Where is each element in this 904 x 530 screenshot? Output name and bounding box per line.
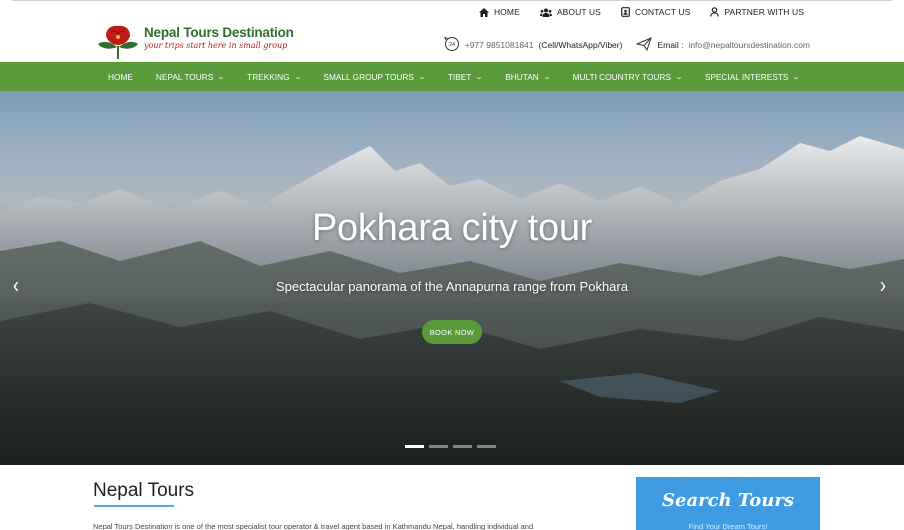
chevron-down-icon: ⌄: [792, 73, 801, 81]
main-nav: HOME NEPAL TOURS ⌄ TREKKING ⌄ SMALL GROUP …: [0, 62, 904, 91]
chevron-down-icon: ⌄: [542, 73, 551, 81]
slide-indicator[interactable]: [453, 445, 472, 448]
top-link-home[interactable]: HOME: [478, 7, 520, 17]
email-contact[interactable]: Email : info@nepaltoursdestination.com: [635, 37, 810, 53]
chevron-down-icon: ⌄: [293, 73, 302, 81]
hero-slider: Pokhara city tour Spectacular panorama o…: [0, 91, 904, 465]
mountain-background-image: [0, 91, 904, 465]
hero-subtitle: Spectacular panorama of the Annapurna ra…: [276, 279, 628, 294]
top-link-partner[interactable]: PARTNER WITH US: [710, 7, 804, 17]
phone-contact[interactable]: 24 +977 9851081841 (Cell/WhatsApp/Viber): [443, 36, 623, 54]
next-slide-icon[interactable]: ›: [880, 272, 886, 299]
top-link-label: ABOUT US: [556, 7, 601, 17]
nav-item-trekking[interactable]: TREKKING ⌄: [247, 72, 302, 82]
rhododendron-logo-icon: [96, 22, 140, 60]
email-label: Email :: [657, 40, 684, 50]
logo-title: Nepal Tours Destination: [144, 25, 294, 40]
top-link-about[interactable]: ABOUT US: [539, 7, 601, 17]
phone-number: +977 9851081841: [464, 40, 534, 50]
book-now-button[interactable]: BOOK NOW: [422, 320, 482, 344]
top-links: HOME ABOUT US CONTACT US PARTNER WITH US: [478, 7, 804, 17]
site-logo[interactable]: Nepal Tours Destination your trips start…: [96, 22, 294, 60]
search-tours-panel: Search Tours Find Your Dream Tours!: [636, 477, 820, 530]
chevron-down-icon: ⌄: [475, 73, 484, 81]
logo-tagline: your trips start here in small group: [144, 41, 288, 50]
slide-indicator[interactable]: [405, 445, 424, 448]
slide-indicator[interactable]: [477, 445, 496, 448]
contact-card-icon: [621, 7, 630, 17]
slide-indicators: [405, 445, 496, 448]
home-icon: [478, 7, 489, 17]
nav-item-bhutan[interactable]: BHUTAN ⌄: [505, 72, 551, 82]
nav-item-multi-country-tours[interactable]: MULTI COUNTRY TOURS ⌄: [573, 72, 684, 82]
nav-item-home[interactable]: HOME: [108, 72, 133, 82]
nav-item-nepal-tours[interactable]: NEPAL TOURS ⌄: [156, 72, 226, 82]
search-subtitle: Find Your Dream Tours!: [688, 522, 768, 530]
chevron-down-icon: ⌄: [417, 73, 427, 81]
prev-slide-icon[interactable]: ‹: [13, 272, 19, 299]
svg-text:24: 24: [449, 42, 455, 48]
section-title: Nepal Tours: [93, 480, 195, 501]
users-icon: [539, 8, 552, 17]
hero-title: Pokhara city tour: [311, 207, 593, 249]
nav-item-special-interests[interactable]: SPECIAL INTERESTS ⌄: [705, 72, 801, 82]
top-link-label: HOME: [493, 7, 520, 17]
page: HOME ABOUT US CONTACT US PARTNER WITH US: [0, 0, 904, 530]
intro-text: Nepal Tours Destination is one of the mo…: [93, 522, 534, 530]
contact-info: 24 +977 9851081841 (Cell/WhatsApp/Viber)…: [443, 36, 810, 54]
nav-item-small-group-tours[interactable]: SMALL GROUP TOURS ⌄: [323, 72, 427, 82]
chevron-down-icon: ⌄: [217, 73, 226, 81]
search-title: Search Tours: [662, 490, 794, 511]
phone-note: (Cell/WhatsApp/Viber): [538, 40, 623, 50]
phone-24-icon: 24: [443, 36, 460, 54]
top-link-contact[interactable]: CONTACT US: [621, 7, 690, 17]
paper-plane-icon: [635, 37, 653, 53]
chevron-down-icon: ⌄: [674, 73, 684, 81]
nav-item-tibet[interactable]: TIBET ⌄: [448, 72, 484, 82]
top-link-label: CONTACT US: [634, 7, 691, 17]
top-link-label: PARTNER WITH US: [724, 7, 804, 17]
user-icon: [710, 7, 720, 17]
title-underline: [94, 505, 174, 507]
top-divider: [12, 0, 892, 1]
slide-indicator[interactable]: [429, 445, 448, 448]
email-address[interactable]: info@nepaltoursdestination.com: [688, 40, 810, 50]
